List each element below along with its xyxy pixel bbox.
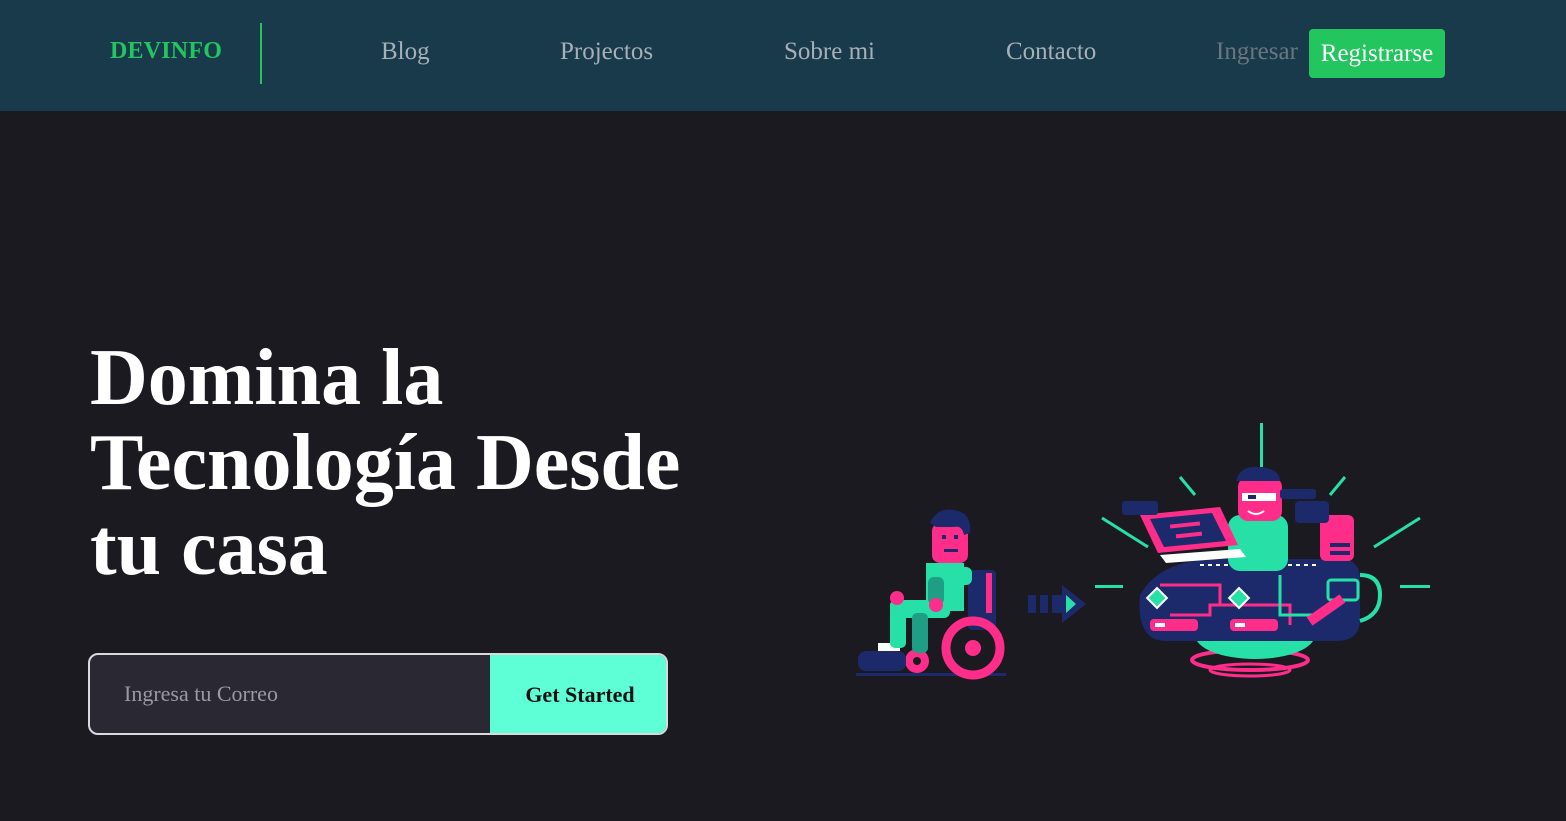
get-started-button[interactable]: Get Started <box>490 655 666 733</box>
transition-arrow-icon <box>1028 585 1086 623</box>
hero-title-line-1: Domina la <box>90 334 444 422</box>
nav-link-contacto[interactable]: Contacto <box>1006 38 1096 66</box>
accessibility-tech-illustration <box>856 423 1430 680</box>
register-button[interactable]: Registrarse <box>1309 29 1445 78</box>
email-input[interactable] <box>90 655 490 733</box>
email-signup-form: Get Started <box>88 653 668 735</box>
nav-link-blog[interactable]: Blog <box>381 38 430 66</box>
nav-link-projectos[interactable]: Projectos <box>560 38 653 66</box>
hero-title-line-2: Tecnología Desde <box>90 419 681 507</box>
brand-divider <box>260 23 262 84</box>
hero-title-line-3: tu casa <box>90 504 328 592</box>
nav-link-sobre-mi[interactable]: Sobre mi <box>784 38 875 66</box>
high-tech-chair-person-icon <box>1095 423 1430 678</box>
hero-title: Domina la Tecnología Desde tu casa <box>90 336 770 591</box>
brand-logo[interactable]: DEVINFO <box>110 38 222 65</box>
wheelchair-person-icon <box>856 509 1006 680</box>
top-navbar: DEVINFO Blog Projectos Sobre mi Contacto… <box>0 0 1566 111</box>
login-link[interactable]: Ingresar <box>1216 38 1298 66</box>
